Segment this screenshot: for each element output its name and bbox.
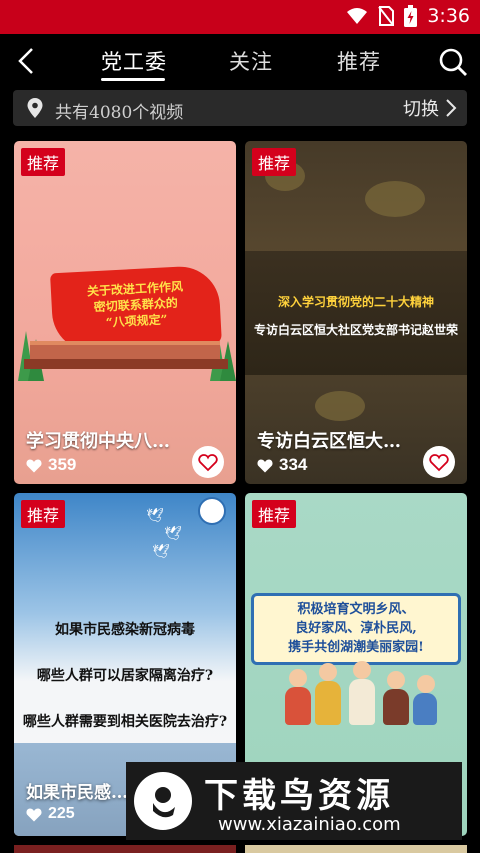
dove-icon: 🕊 (164, 525, 182, 541)
person-figure (285, 687, 311, 725)
status-time: 3:36 (427, 5, 470, 27)
watermark: 下载鸟资源 www.xiazainiao.com (126, 762, 462, 840)
pedestal-base (24, 359, 228, 369)
person-head (387, 671, 405, 689)
person-figure (315, 681, 341, 725)
video-title: 专访白云区恒大… (257, 431, 401, 452)
video-title: 如果市民感… (26, 783, 128, 803)
like-count: 334 (257, 455, 307, 475)
like-count: 225 (26, 805, 75, 823)
bird-logo-icon (134, 772, 192, 830)
person-head (319, 663, 337, 681)
slogan-line: 良好家风、淳朴民风, (295, 621, 417, 636)
info-line: 哪些人群需要到相关医院去治疗? (22, 714, 228, 730)
recommend-badge: 推荐 (252, 148, 297, 176)
next-card-peek (14, 845, 236, 853)
heart-icon (257, 459, 273, 472)
info-line: 如果市民感染新冠病毒 (55, 622, 195, 638)
tab-bar: 党工委 关注 推荐 (0, 34, 480, 88)
heart-icon (26, 459, 42, 472)
person-head (353, 661, 371, 679)
video-card[interactable]: 关于改进工作作风 密切联系群众的 “八项规定” 推荐 学习贯彻中央八… 359 (14, 141, 236, 484)
watermark-title: 下载鸟资源 (204, 776, 394, 816)
person-figure (413, 693, 437, 725)
top-nav: 党工委 关注 推荐 (0, 34, 480, 88)
tab-recommended[interactable]: 推荐 (337, 46, 381, 76)
foliage (365, 181, 425, 217)
channel-logo-icon (423, 446, 455, 478)
foliage (315, 391, 365, 421)
switch-button[interactable]: 切换 (403, 95, 457, 121)
wifi-icon (347, 8, 368, 24)
location-pin-icon (27, 98, 43, 118)
recommend-badge: 推荐 (21, 148, 66, 176)
location-bar: 共有4080个视频 切换 (13, 90, 467, 126)
dove-icon: 🕊 (146, 507, 164, 523)
like-number: 225 (48, 805, 75, 822)
recommend-badge: 推荐 (252, 500, 297, 528)
person-head (289, 669, 307, 687)
status-bar: 3:36 (0, 0, 480, 34)
video-count-text: 共有4080个视频 (55, 103, 184, 123)
search-icon[interactable] (438, 47, 468, 77)
hospital-logo-icon (198, 497, 226, 525)
like-count: 359 (26, 455, 76, 475)
switch-label: 切换 (403, 99, 439, 120)
slogan-line: 积极培育文明乡风、 (297, 602, 415, 617)
heart-icon (26, 808, 42, 821)
chevron-right-icon (446, 99, 457, 117)
like-number: 359 (48, 455, 77, 474)
like-number: 334 (279, 455, 308, 474)
overlay-subtitle: 专访白云区恒大社区党支部书记赵世荣 (253, 323, 458, 337)
battery-icon (404, 5, 418, 27)
video-title: 学习贯彻中央八… (26, 431, 170, 452)
person-figure (349, 679, 375, 725)
active-tab-indicator (101, 78, 165, 81)
video-card[interactable]: 深入学习贯彻党的二十大精神 专访白云区恒大社区党支部书记赵世荣 推荐 专访白云区… (245, 141, 467, 484)
tab-following[interactable]: 关注 (229, 46, 273, 76)
tab-party-committee[interactable]: 党工委 (101, 46, 167, 76)
recommend-badge: 推荐 (21, 500, 66, 528)
info-line: 哪些人群可以居家隔离治疗? (36, 668, 214, 684)
watermark-url: www.xiazainiao.com (218, 814, 401, 835)
person-head (417, 675, 435, 693)
no-sim-icon (378, 6, 395, 26)
overlay-headline: 深入学习贯彻党的二十大精神 (277, 295, 434, 309)
person-figure (383, 689, 409, 725)
slogan-line: 携手共创湖潮美丽家园! (288, 640, 424, 655)
next-card-peek (245, 845, 467, 853)
status-icons: 3:36 (346, 5, 470, 27)
dove-icon: 🕊 (152, 543, 170, 559)
video-frame (245, 251, 467, 375)
slogan-scroll: 积极培育文明乡风、 良好家风、淳朴民风, 携手共创湖潮美丽家园! (251, 593, 461, 665)
channel-logo-icon (192, 446, 224, 478)
